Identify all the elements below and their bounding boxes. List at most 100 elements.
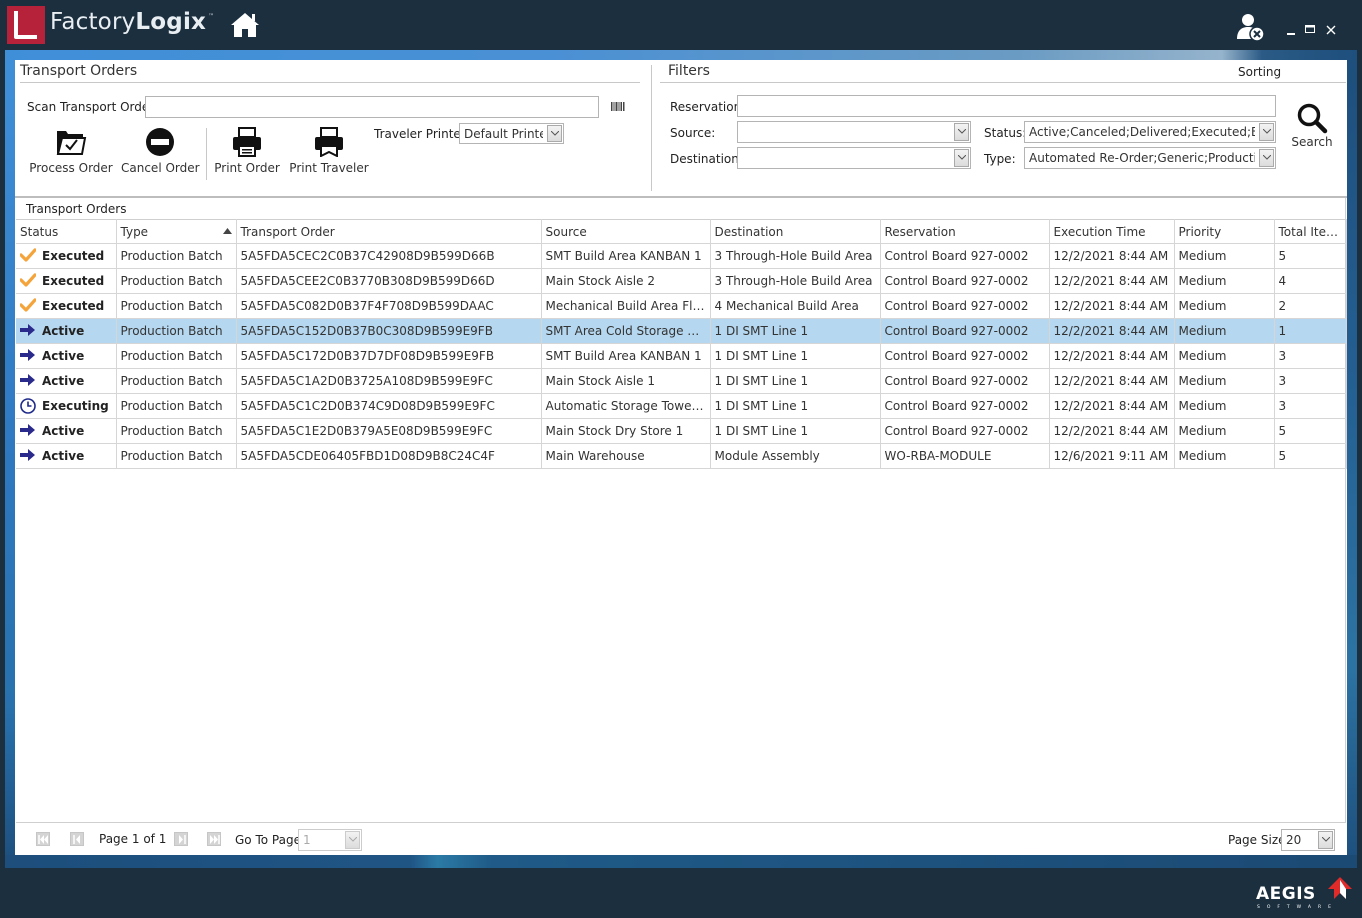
type-filter-select[interactable]: Automated Re-Order;Generic;Production... — [1024, 147, 1276, 169]
cell-type: Production Batch — [116, 443, 237, 469]
process-order-button[interactable]: Process Order — [29, 127, 113, 175]
arrow-right-icon — [20, 423, 36, 437]
grid-table: Status Type Transport Order Source Desti… — [16, 219, 1347, 469]
minimize-button[interactable] — [1284, 22, 1300, 38]
sort-ascending-icon — [222, 228, 232, 234]
column-header-total-items[interactable]: Total Items — [1274, 219, 1347, 244]
cell-status: Active — [16, 443, 117, 469]
go-to-page-select[interactable]: 1 — [298, 829, 362, 851]
reservation-input[interactable] — [737, 95, 1276, 117]
print-order-button[interactable]: Print Order — [212, 127, 282, 175]
column-header-source[interactable]: Source — [541, 219, 711, 244]
cell-reservation: Control Board 927-0002 — [880, 318, 1050, 344]
chevron-down-icon[interactable] — [345, 831, 360, 849]
app-brand: FactoryLogix ™ — [50, 9, 214, 35]
traveler-printer-select[interactable]: Default Printer — [459, 123, 564, 144]
column-header-status[interactable]: Status — [16, 219, 117, 244]
table-row[interactable]: Active Production Batch 5A5FDA5C1A2D0B3725… — [16, 368, 1347, 394]
panel-separator — [651, 65, 652, 191]
cell-priority: Medium — [1174, 443, 1275, 469]
home-icon[interactable] — [229, 11, 261, 39]
previous-page-button[interactable] — [70, 832, 84, 846]
table-row[interactable]: Active Production Batch 5A5FDA5C152D0B37B0… — [16, 318, 1347, 344]
cell-destination: 1 DI SMT Line 1 — [710, 418, 881, 444]
table-row[interactable]: Active Production Batch 5A5FDA5C172D0B37D7… — [16, 343, 1347, 369]
cancel-order-button[interactable]: Cancel Order — [121, 127, 200, 175]
cell-transport-order: 5A5FDA5CEC2C0B37C42908D9B599D66B — [236, 243, 542, 269]
chevron-down-icon[interactable] — [954, 123, 969, 141]
grid-top-divider — [15, 196, 1347, 198]
first-page-button[interactable] — [36, 832, 50, 846]
cell-source: Main Stock Aisle 2 — [541, 268, 711, 294]
search-button[interactable]: Search — [1288, 102, 1336, 149]
print-order-label: Print Order — [214, 161, 280, 175]
column-header-transport-order[interactable]: Transport Order — [236, 219, 542, 244]
status-filter-label: Status: — [984, 126, 1027, 140]
maximize-button[interactable] — [1303, 22, 1319, 38]
table-row[interactable]: Executing Production Batch 5A5FDA5C1C2D0B3… — [16, 393, 1347, 419]
cell-type: Production Batch — [116, 343, 237, 369]
cell-source: Main Warehouse — [541, 443, 711, 469]
cell-execution-time: 12/2/2021 8:44 AM — [1049, 368, 1175, 394]
column-header-execution-time[interactable]: Execution Time — [1049, 219, 1175, 244]
chevron-down-icon[interactable] — [547, 125, 562, 142]
status-filter-select[interactable]: Active;Canceled;Delivered;Executed;Exec.… — [1024, 121, 1276, 143]
cell-priority: Medium — [1174, 418, 1275, 444]
arrow-right-icon — [20, 448, 36, 462]
cell-total-items: 5 — [1274, 243, 1347, 269]
cell-reservation: Control Board 927-0002 — [880, 368, 1050, 394]
scan-transport-order-input[interactable] — [145, 96, 599, 118]
cell-reservation: WO-RBA-MODULE — [880, 443, 1050, 469]
table-row[interactable]: Active Production Batch 5A5FDA5CDE06405FBD… — [16, 443, 1347, 469]
backdrop-left — [5, 60, 15, 868]
next-page-button[interactable] — [174, 832, 188, 846]
close-button[interactable] — [1324, 22, 1340, 38]
user-logout-icon[interactable] — [1236, 12, 1266, 42]
column-header-reservation[interactable]: Reservation — [880, 219, 1050, 244]
cell-status: Executed — [16, 268, 117, 294]
chevron-down-icon[interactable] — [954, 149, 969, 167]
cell-total-items: 3 — [1274, 343, 1347, 369]
last-page-button[interactable] — [207, 832, 221, 846]
destination-label: Destination: — [670, 152, 743, 166]
cancel-order-label: Cancel Order — [121, 161, 200, 175]
cell-reservation: Control Board 927-0002 — [880, 393, 1050, 419]
sorting-link[interactable]: Sorting — [1238, 65, 1281, 79]
pager-divider — [16, 822, 1346, 823]
column-header-destination[interactable]: Destination — [710, 219, 881, 244]
table-row[interactable]: Active Production Batch 5A5FDA5C1E2D0B379A… — [16, 418, 1347, 444]
cell-transport-order: 5A5FDA5C152D0B37B0C308D9B599E9FB — [236, 318, 542, 344]
table-row[interactable]: Executed Production Batch 5A5FDA5CEE2C0B37… — [16, 268, 1347, 294]
type-filter-value: Automated Re-Order;Generic;Production... — [1029, 151, 1255, 165]
page-size-select[interactable]: 20 — [1281, 829, 1335, 851]
print-traveler-label: Print Traveler — [289, 161, 369, 175]
column-header-type[interactable]: Type — [116, 219, 237, 244]
cell-priority: Medium — [1174, 343, 1275, 369]
chevron-down-icon[interactable] — [1259, 123, 1274, 141]
print-traveler-button[interactable]: Print Traveler — [289, 127, 369, 175]
chevron-down-icon[interactable] — [1259, 149, 1274, 167]
filters-title: Filters — [668, 63, 710, 79]
status-text: Executing — [42, 398, 109, 413]
cell-destination: 3 Through-Hole Build Area — [710, 243, 881, 269]
cell-priority: Medium — [1174, 243, 1275, 269]
cell-status: Active — [16, 343, 117, 369]
title-bar: FactoryLogix ™ — [0, 0, 1362, 50]
search-label: Search — [1291, 135, 1333, 149]
aegis-wordmark: AEGIS — [1256, 884, 1316, 904]
table-row[interactable]: Executed Production Batch 5A5FDA5CEC2C0B37… — [16, 243, 1347, 269]
cell-type: Production Batch — [116, 418, 237, 444]
status-text: Active — [42, 323, 85, 338]
page-size-value: 20 — [1286, 833, 1302, 847]
checkmark-icon — [19, 273, 37, 287]
status-text: Executed — [42, 298, 105, 313]
destination-select[interactable] — [737, 147, 971, 169]
arrow-right-icon — [20, 323, 36, 337]
column-header-priority[interactable]: Priority — [1174, 219, 1275, 244]
chevron-down-icon[interactable] — [1318, 831, 1333, 849]
aegis-logo-icon: AEGIS SOFTWARE — [1256, 877, 1352, 910]
barcode-icon[interactable] — [611, 102, 625, 111]
source-select[interactable] — [737, 121, 971, 143]
status-text: Active — [42, 348, 85, 363]
table-row[interactable]: Executed Production Batch 5A5FDA5C082D0B37… — [16, 293, 1347, 319]
